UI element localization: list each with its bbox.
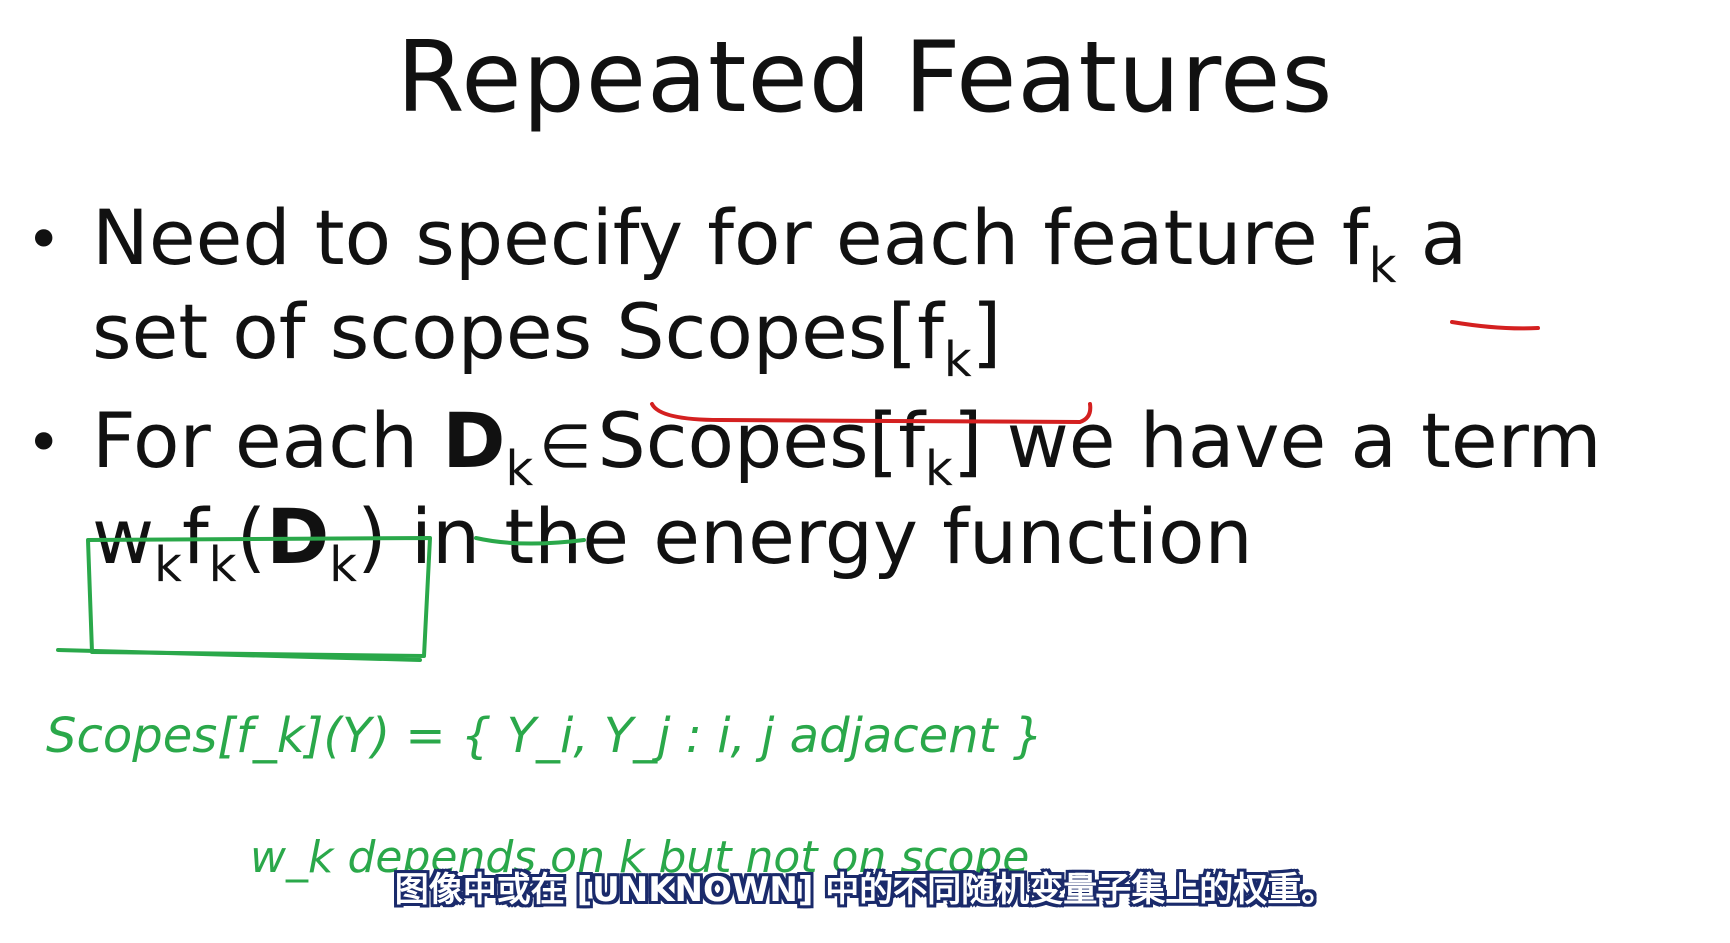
annotation-overlay: Scopes[f_k](Y) = { Y_i, Y_j : i, j adjac… bbox=[46, 320, 1540, 883]
slide: Repeated Features • Need to specify for … bbox=[0, 0, 1730, 943]
red-underline-fk bbox=[1450, 320, 1540, 331]
handwriting-line-1: Scopes[f_k](Y) = { Y_i, Y_j : i, j adjac… bbox=[46, 708, 1043, 764]
red-underline-scopes bbox=[650, 402, 1093, 425]
green-underline-dk bbox=[474, 536, 586, 546]
subtitle-caption: 图像中或在 [UNKNOWN] 中的不同随机变量子集上的权重。 bbox=[394, 870, 1336, 910]
green-box-term bbox=[86, 536, 432, 658]
